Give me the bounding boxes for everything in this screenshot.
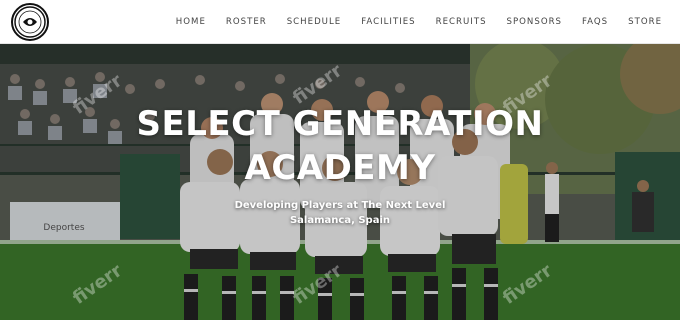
hero-title-line-2: ACADEMY — [244, 148, 436, 188]
top-navbar: HOME ROSTER SCHEDULE FACILITIES RECRUITS… — [0, 0, 680, 44]
hero-subtitle-line-2: Salamanca, Spain — [289, 215, 391, 226]
nav-recruits[interactable]: RECRUITS — [436, 17, 487, 27]
hero-subtitle-line-1: Developing Players at The Next Level — [234, 200, 446, 211]
nav-facilities[interactable]: FACILITIES — [361, 17, 415, 27]
main-menu: HOME ROSTER SCHEDULE FACILITIES RECRUITS… — [156, 0, 662, 44]
club-logo[interactable] — [11, 3, 49, 41]
hero-section: Deportes SELECT GENERATION ACADEMY Devel… — [0, 44, 680, 320]
nav-store[interactable]: STORE — [628, 17, 662, 27]
nav-faqs[interactable]: FAQS — [582, 17, 608, 27]
nav-home[interactable]: HOME — [176, 17, 206, 27]
nav-sponsors[interactable]: SPONSORS — [507, 17, 562, 27]
club-crest-icon — [14, 6, 46, 38]
hero-title-line-1: SELECT GENERATION — [136, 104, 544, 144]
nav-schedule[interactable]: SCHEDULE — [287, 17, 341, 27]
nav-roster[interactable]: ROSTER — [226, 17, 267, 27]
